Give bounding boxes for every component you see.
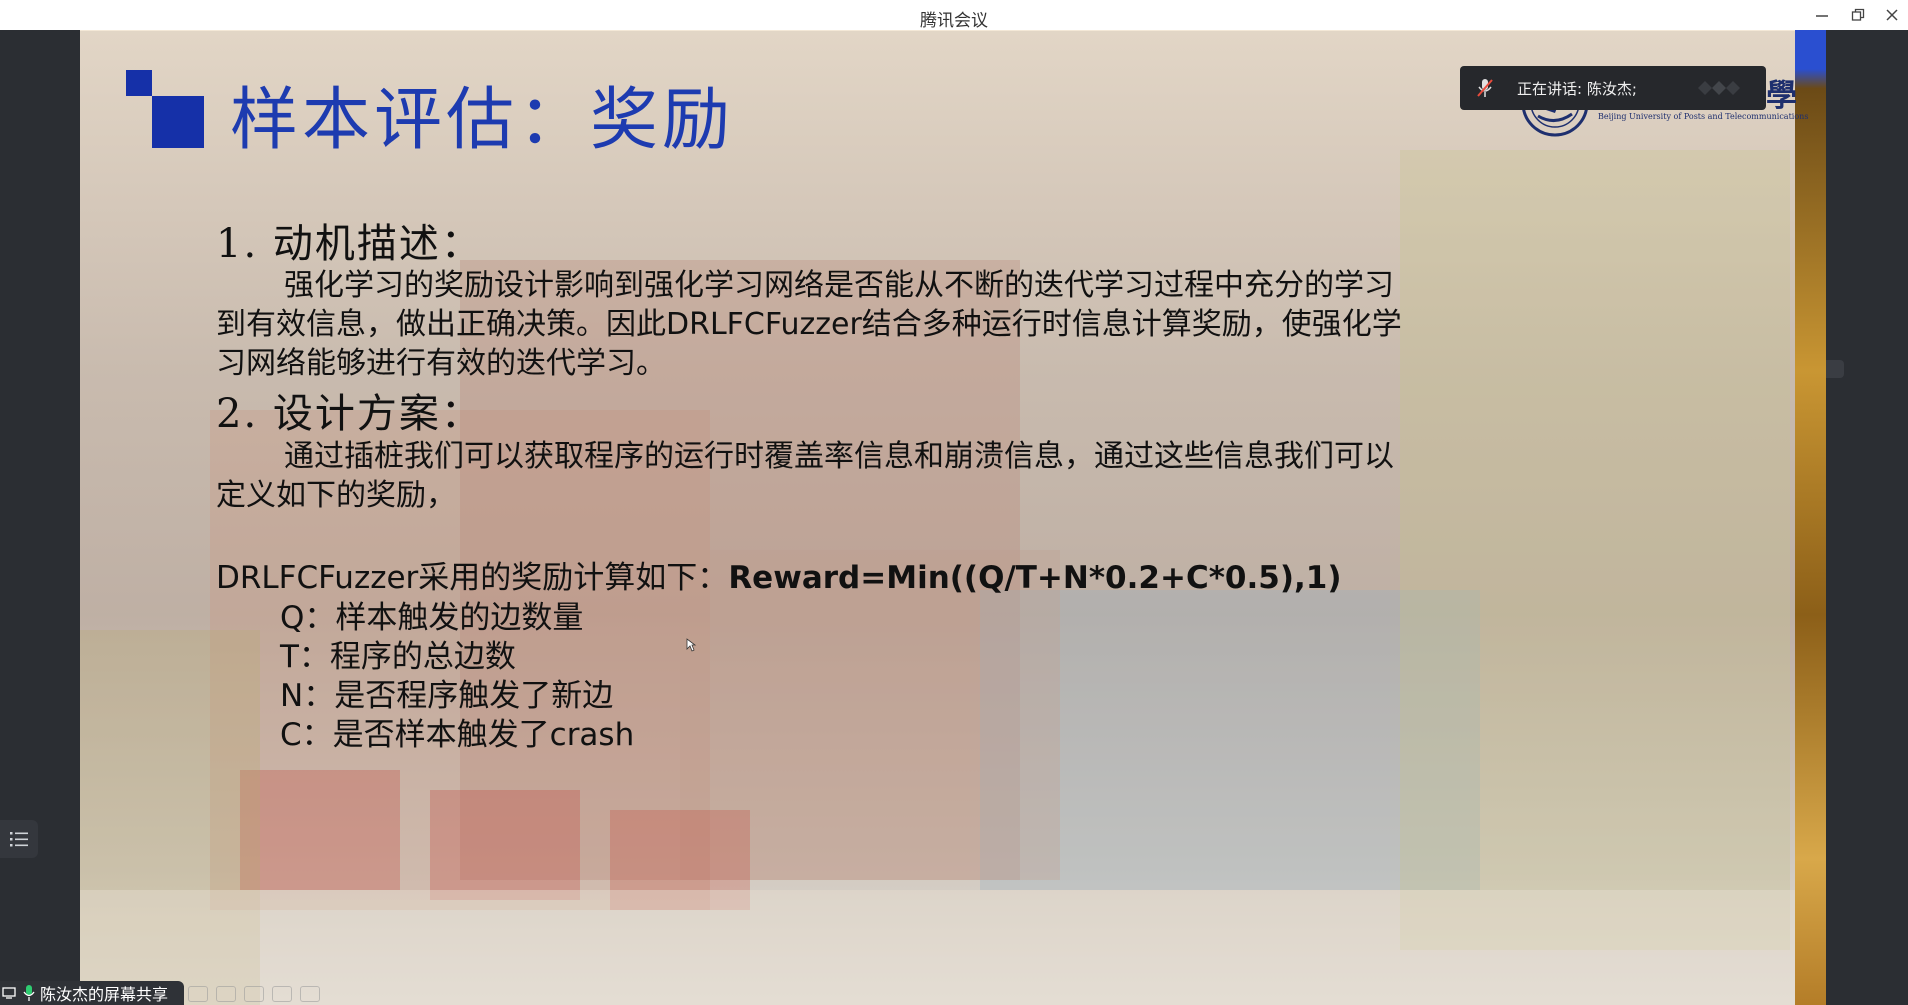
- gutter-handle: [1826, 360, 1844, 378]
- variable-c: C：是否样本触发了crash: [280, 717, 635, 753]
- close-icon: [1886, 9, 1898, 21]
- mic-icon: [23, 985, 35, 1001]
- share-control-3[interactable]: [244, 986, 264, 1002]
- outline-list-icon: [10, 832, 28, 847]
- share-control-4[interactable]: [272, 986, 292, 1002]
- restore-button[interactable]: [1846, 3, 1870, 27]
- audio-level-icon: [1698, 81, 1740, 95]
- app-title: 腾讯会议: [920, 11, 988, 31]
- section1-line-1: 强化学习的奖励设计影响到强化学习网络是否能从不断的迭代学习过程中充分的学习: [284, 268, 1394, 303]
- left-gutter: [0, 30, 80, 1005]
- section1-line-3: 习网络能够进行有效的迭代学习。: [216, 346, 666, 381]
- reward-formula: DRLFCFuzzer采用的奖励计算如下：Reward=Min((Q/T+N*0…: [216, 552, 1342, 597]
- muted-mic-icon: [1477, 79, 1493, 97]
- section2-heading: 2. 设计方案：: [216, 391, 483, 437]
- speaker-text: 正在讲话: 陈汝杰;: [1517, 80, 1637, 98]
- university-subtitle: Beijing University of Posts and Telecomm…: [1598, 112, 1809, 121]
- faded-share-controls: [188, 986, 320, 1002]
- share-control-5[interactable]: [300, 986, 320, 1002]
- shared-slide: 样本评估：奖励 北京郵電大學 Beijing University of Pos…: [80, 30, 1826, 1005]
- section1-line-2: 到有效信息，做出正确决策。因此DRLFCFuzzer结合多种运行时信息计算奖励，…: [216, 307, 1402, 342]
- right-gutter: [1826, 30, 1908, 1005]
- section1-heading: 1. 动机描述：: [216, 221, 483, 267]
- share-control-2[interactable]: [216, 986, 236, 1002]
- minimize-button[interactable]: [1810, 3, 1834, 27]
- outline-toggle-button[interactable]: [0, 820, 38, 858]
- app-title-bar: 腾讯会议: [0, 0, 1908, 31]
- formula-prefix: DRLFCFuzzer采用的奖励计算如下：: [216, 560, 729, 596]
- screen-share-icon: [2, 987, 16, 999]
- campus-background-image: [80, 150, 1826, 1005]
- minimize-icon: [1816, 15, 1828, 17]
- section2-line-2: 定义如下的奖励，: [216, 478, 456, 513]
- share-control-1[interactable]: [188, 986, 208, 1002]
- section2-line-1: 通过插桩我们可以获取程序的运行时覆盖率信息和崩溃信息，通过这些信息我们可以: [284, 439, 1394, 474]
- share-label-text: 陈汝杰的屏幕共享: [40, 985, 169, 1004]
- formula-expression: Reward=Min((Q/T+N*0.2+C*0.5),1): [728, 560, 1342, 596]
- screen-share-label: 陈汝杰的屏幕共享: [0, 981, 184, 1005]
- restore-icon: [1851, 8, 1865, 21]
- active-speaker-indicator: 正在讲话: 陈汝杰;: [1460, 66, 1766, 110]
- title-bullet-mark: [126, 70, 204, 148]
- close-button[interactable]: [1880, 3, 1904, 27]
- slide-title: 样本评估：奖励: [230, 81, 735, 160]
- slide-edge-decoration: [1795, 30, 1826, 1005]
- mouse-cursor-icon: [686, 638, 696, 652]
